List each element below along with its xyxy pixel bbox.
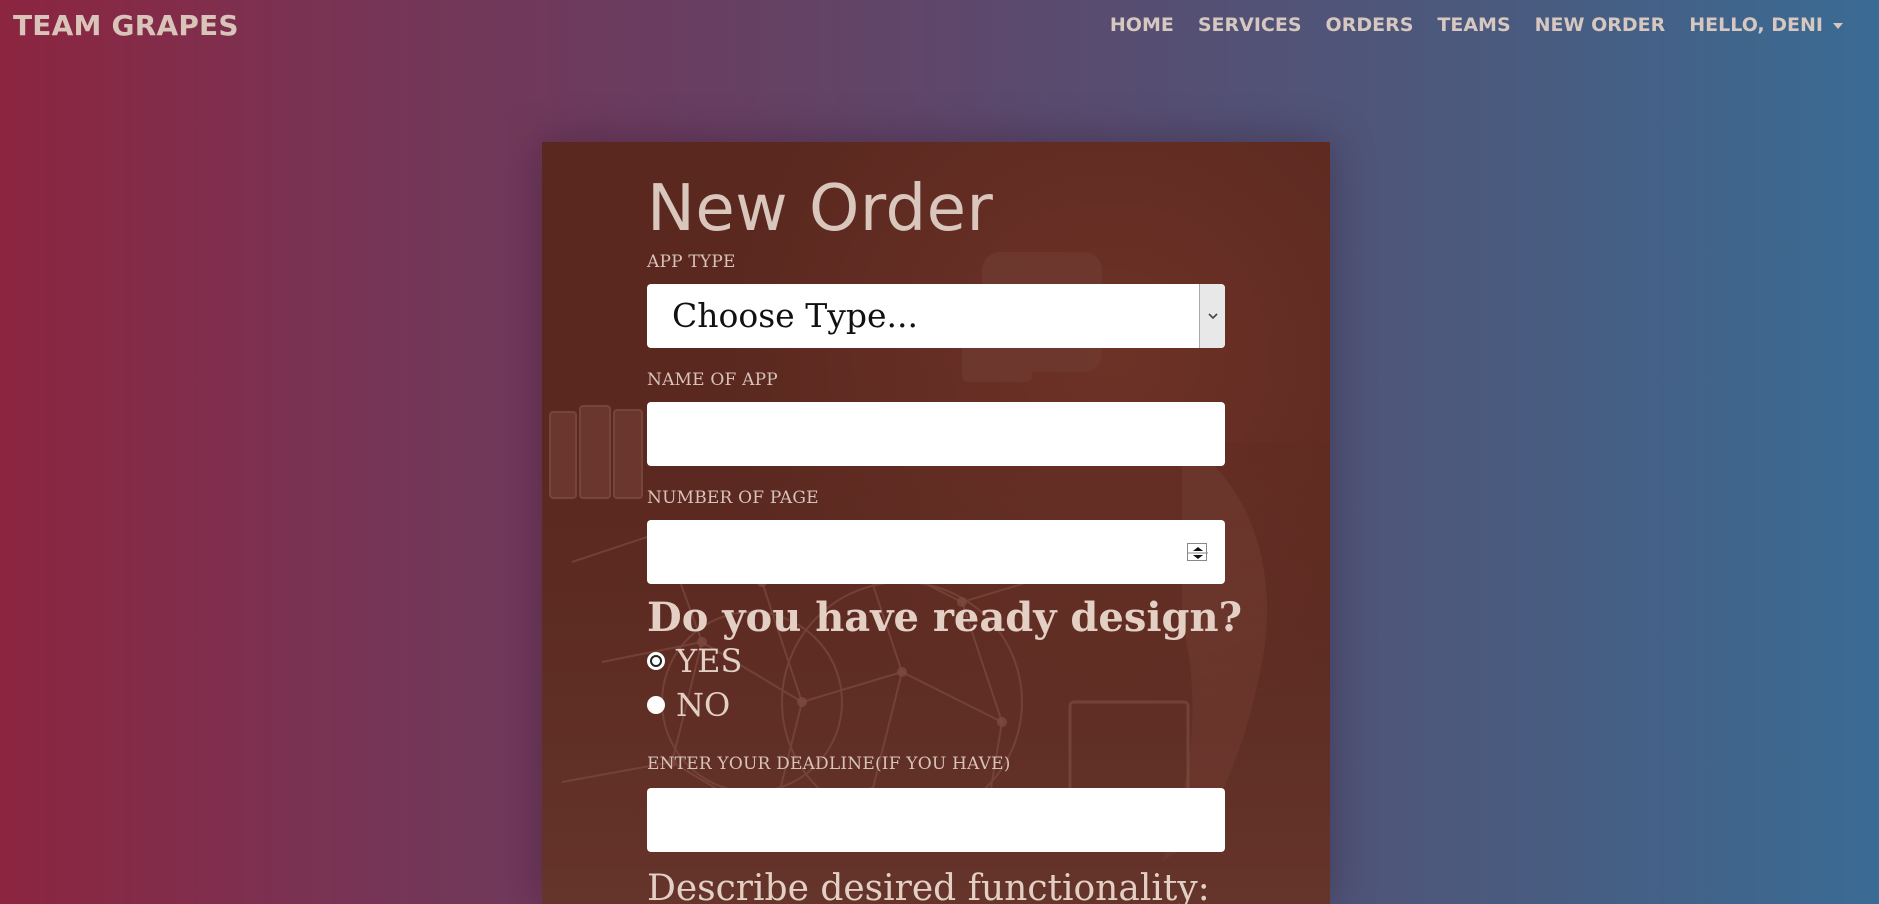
app-type-selected: Choose Type... — [672, 296, 918, 335]
nav-teams[interactable]: TEAMS — [1437, 14, 1510, 36]
page-title: New Order — [647, 172, 994, 246]
page-count-input[interactable] — [647, 520, 1225, 584]
nav-home[interactable]: HOME — [1110, 14, 1174, 36]
nav-services[interactable]: SERVICES — [1198, 14, 1302, 36]
nav-menu: HOME SERVICES ORDERS TEAMS NEW ORDER HEL… — [1086, 14, 1843, 36]
new-order-card: New Order APP TYPE Choose Type... NAME O… — [542, 142, 1330, 904]
app-name-label: NAME OF APP — [647, 370, 778, 390]
design-option-no[interactable]: NO — [647, 686, 730, 724]
user-menu-label: HELLO, DENI — [1689, 14, 1823, 36]
spinner-arrows-icon — [1188, 547, 1208, 559]
app-name-input[interactable] — [647, 402, 1225, 466]
radio-yes-label: YES — [676, 642, 743, 680]
deadline-label: ENTER YOUR DEADLINE(IF YOU HAVE) — [647, 754, 1011, 774]
chevron-down-icon — [1207, 313, 1218, 320]
number-spinner[interactable] — [1187, 543, 1208, 561]
design-option-yes[interactable]: YES — [647, 642, 742, 680]
design-question: Do you have ready design? — [647, 594, 1243, 641]
caret-down-icon — [1833, 22, 1843, 29]
select-arrow-button[interactable] — [1199, 284, 1225, 348]
radio-no[interactable] — [647, 696, 665, 714]
app-type-label: APP TYPE — [647, 252, 736, 272]
radio-no-label: NO — [676, 686, 731, 724]
page-count-label: NUMBER OF PAGE — [647, 488, 819, 508]
brand-logo[interactable]: TEAM GRAPES — [13, 9, 239, 42]
nav-new-order[interactable]: NEW ORDER — [1535, 14, 1666, 36]
nav-orders[interactable]: ORDERS — [1326, 14, 1414, 36]
functionality-label: Describe desired functionality: — [647, 868, 1210, 904]
deadline-input[interactable] — [647, 788, 1225, 852]
user-menu-dropdown[interactable]: HELLO, DENI — [1689, 14, 1843, 36]
radio-yes[interactable] — [647, 652, 665, 670]
navbar: TEAM GRAPES HOME SERVICES ORDERS TEAMS N… — [0, 0, 1879, 52]
app-type-select[interactable]: Choose Type... — [647, 284, 1225, 348]
